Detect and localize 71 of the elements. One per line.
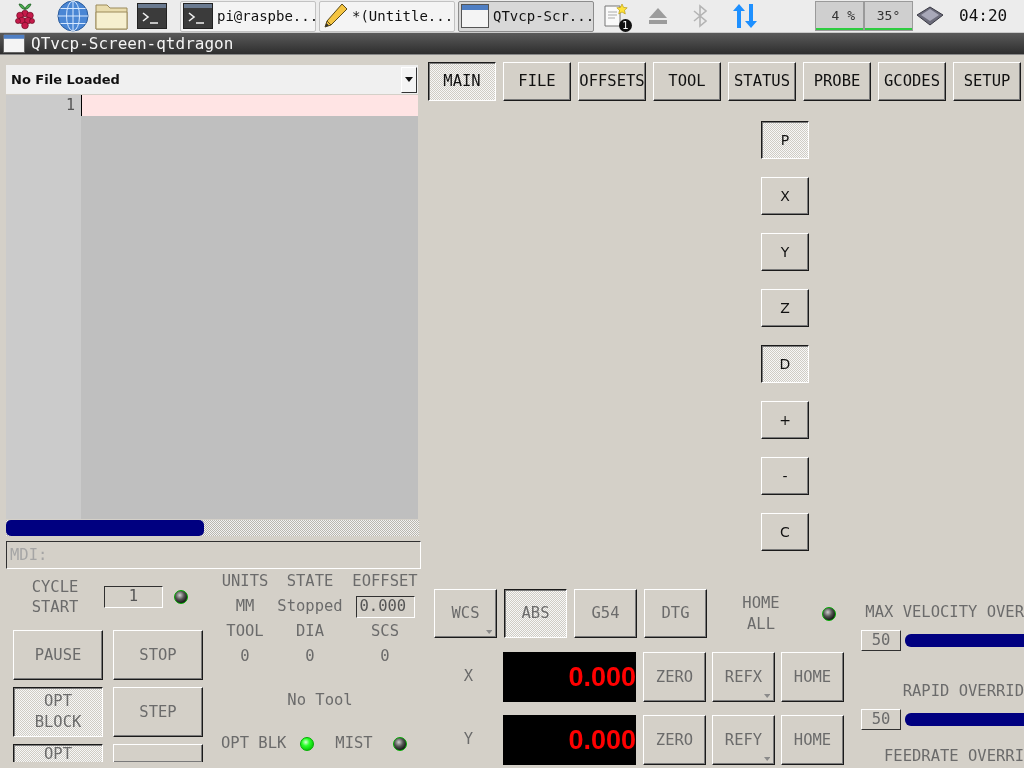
line-number: 1 [64,95,76,116]
mode-button[interactable]: G54 [574,589,637,638]
tab[interactable]: TOOL [653,62,721,101]
tab[interactable]: PROBE [803,62,871,101]
override-value: 50 [861,709,901,730]
value-field[interactable]: 0.000 [355,595,415,618]
chip-icon[interactable] [916,6,944,26]
status-value: 0 [380,645,390,667]
slider[interactable] [905,634,1024,647]
keypad-button[interactable]: C [761,513,809,551]
status-label: UNITS [221,570,269,592]
cycle-start-label: CYCLE START [30,576,80,618]
keypad-button[interactable]: Y [761,233,809,271]
window-title: QTvcp-Screen-qtdragon [31,32,234,55]
position-readout: 0.000 [503,652,636,702]
position-readout: 0.000 [503,715,636,765]
mode-button[interactable]: ABS [504,589,567,638]
keypad-button[interactable]: + [761,401,809,439]
keypad-button[interactable]: X [761,177,809,215]
temperature-monitor: 35° [864,1,913,31]
terminal-icon [183,3,213,29]
override-label: MAX VELOCITY OVER [864,602,1024,623]
status-label: EOFFSET [352,570,418,592]
indicator-label: OPT BLK [221,733,287,755]
slider[interactable] [905,713,1024,726]
program-button[interactable] [113,744,203,762]
taskbar-button[interactable]: *(Untitle... [319,0,455,32]
up-down-arrows-icon[interactable] [733,3,757,29]
notification-count: 1 [619,19,632,32]
tab[interactable]: MAIN [428,62,496,101]
clock: 04:20 [959,5,1008,27]
axis-label: Y [462,729,475,751]
status-label: TOOL [226,620,264,642]
keypad-button[interactable]: P [761,121,809,159]
cpu-usage-monitor: 4 % [815,1,864,31]
taskbar-button[interactable]: pi@raspbe... [180,0,316,32]
tab[interactable]: SETUP [953,62,1021,101]
keypad-button[interactable]: D [761,345,809,383]
eject-icon[interactable] [648,7,668,25]
axis-label: X [462,666,475,688]
pencil-icon [322,3,348,29]
tab[interactable]: STATUS [728,62,796,101]
window-icon [461,4,489,28]
keypad-button[interactable]: - [761,457,809,495]
tool-description: No Tool [286,690,354,711]
folder-icon[interactable] [95,2,128,30]
status-value: Stopped [277,595,343,617]
horizontal-scrollbar[interactable] [6,520,419,536]
taskbar-button[interactable]: QTvcp-Scr... [458,0,594,32]
keypad-button[interactable]: Z [761,289,809,327]
status-label: SCS [371,620,399,642]
notification-icon[interactable] [603,3,629,29]
mode-button[interactable]: WCS [434,589,497,638]
home-all-label: HOME ALL [741,593,781,634]
tab[interactable]: OFFSETS [578,62,646,101]
globe-icon[interactable] [57,0,89,32]
status-label: STATE [286,570,334,592]
scrollbar-thumb[interactable] [6,520,205,536]
override-value: 50 [861,630,901,651]
indicator-label: MIST [335,733,373,755]
tab[interactable]: GCODES [878,62,946,101]
start-line-field[interactable]: 1 [104,586,163,608]
override-label: RAPID OVERRID [901,681,1024,702]
file-dropdown[interactable]: No File Loaded [6,65,418,94]
status-value: MM [235,595,255,617]
status-value: 0 [305,645,315,667]
override-label: FEEDRATE OVERRI [883,749,1024,764]
terminal-icon[interactable] [137,3,167,29]
status-label: DIA [296,620,324,642]
status-value: 0 [240,645,250,667]
tab[interactable]: FILE [503,62,571,101]
